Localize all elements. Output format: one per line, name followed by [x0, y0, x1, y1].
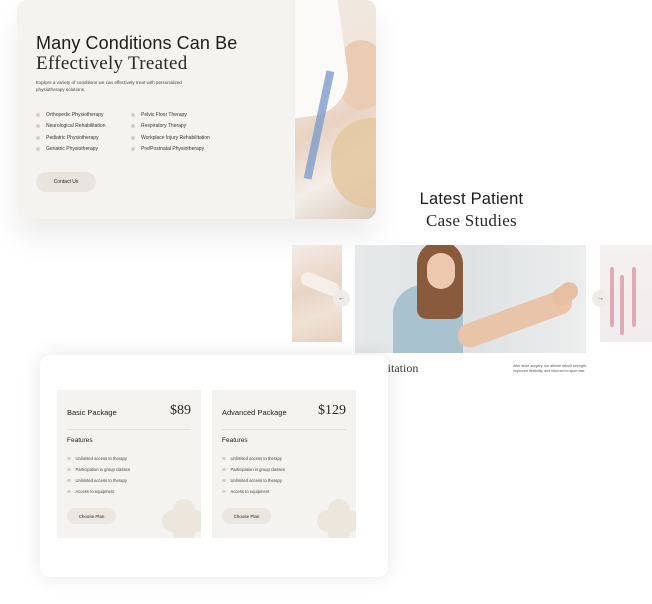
features-heading: Features: [67, 437, 93, 444]
feature-item: Unlimited access to therapy: [222, 453, 285, 464]
features-list: Unlimited access to therapy Participatio…: [222, 453, 285, 497]
choose-plan-button[interactable]: Choose Plan: [67, 508, 116, 524]
condition-item: Workplace Injury Rehabilitation: [131, 132, 210, 144]
condition-item: Neurological Rehabilitation: [36, 121, 105, 133]
condition-item: Geriatric Physiotherapy: [36, 144, 105, 156]
bullet-icon: [131, 135, 135, 140]
conditions-title: Many Conditions Can Be: [36, 33, 238, 53]
flower-decoration-icon: [162, 499, 201, 538]
feature-item: Unlimited access to therapy: [222, 475, 285, 486]
therapist-photo: [295, 0, 376, 219]
pricing-card: Basic Package $89 Features Unlimited acc…: [40, 355, 388, 577]
bullet-icon: [36, 124, 40, 129]
plan-name: Basic Package: [67, 408, 117, 417]
feature-item: Participation in group classes: [67, 464, 130, 475]
plan-name: Advanced Package: [222, 408, 287, 417]
plan-price: $129: [318, 403, 346, 418]
bullet-icon: [67, 467, 71, 472]
bullet-icon: [131, 112, 135, 117]
feature-item: Unlimited access to therapy: [67, 475, 130, 486]
condition-item: Orthopedic Physiotherapy: [36, 109, 105, 121]
bullet-icon: [36, 147, 40, 152]
feature-item: Unlimited access to therapy: [67, 453, 130, 464]
case-study-caption-text: After knee surgery, our athlete rebuilt …: [513, 364, 587, 373]
bullet-icon: [67, 456, 71, 461]
plan-card-advanced: Advanced Package $129 Features Unlimited…: [212, 390, 356, 538]
features-list: Unlimited access to therapy Participatio…: [67, 453, 130, 497]
contact-us-button[interactable]: Contact Us: [36, 172, 96, 192]
features-heading: Features: [222, 437, 248, 444]
divider: [222, 429, 346, 430]
bullet-icon: [222, 478, 226, 483]
conditions-card: Many Conditions Can Be Effectively Treat…: [17, 0, 376, 219]
conditions-list-left: Orthopedic Physiotherapy Neurological Re…: [36, 109, 105, 155]
case-study-image-main[interactable]: [355, 245, 586, 353]
conditions-description: Explore a variety of conditions we can e…: [36, 80, 182, 92]
bullet-icon: [67, 489, 71, 494]
conditions-subtitle: Effectively Treated: [36, 53, 188, 74]
feature-item: Participation in group classes: [222, 464, 285, 475]
conditions-list-right: Pelvic Floor Therapy Respiratory Therapy…: [131, 109, 210, 155]
flower-decoration-icon: [317, 499, 356, 538]
bullet-icon: [36, 112, 40, 117]
condition-item: Respiratory Therapy: [131, 121, 210, 133]
feature-item: Access to equipment: [222, 486, 285, 497]
bullet-icon: [222, 456, 226, 461]
feature-item: Access to equipment: [67, 486, 130, 497]
case-studies-title: Latest Patient: [419, 190, 524, 208]
bullet-icon: [222, 467, 226, 472]
choose-plan-button[interactable]: Choose Plan: [222, 508, 271, 524]
arrow-left-icon[interactable]: ←: [333, 290, 350, 307]
bullet-icon: [36, 135, 40, 140]
case-studies-subtitle: Case Studies: [426, 211, 517, 230]
plan-card-basic: Basic Package $89 Features Unlimited acc…: [57, 390, 201, 538]
condition-item: Pediatric Physiotherapy: [36, 132, 105, 144]
condition-item: Pre/Postnatal Physiotherapy: [131, 144, 210, 156]
bullet-icon: [67, 478, 71, 483]
bullet-icon: [131, 147, 135, 152]
divider: [67, 429, 191, 430]
bullet-icon: [222, 489, 226, 494]
arrow-right-icon[interactable]: →: [592, 290, 609, 307]
plan-price: $89: [170, 403, 191, 418]
condition-item: Pelvic Floor Therapy: [131, 109, 210, 121]
bullet-icon: [131, 124, 135, 129]
